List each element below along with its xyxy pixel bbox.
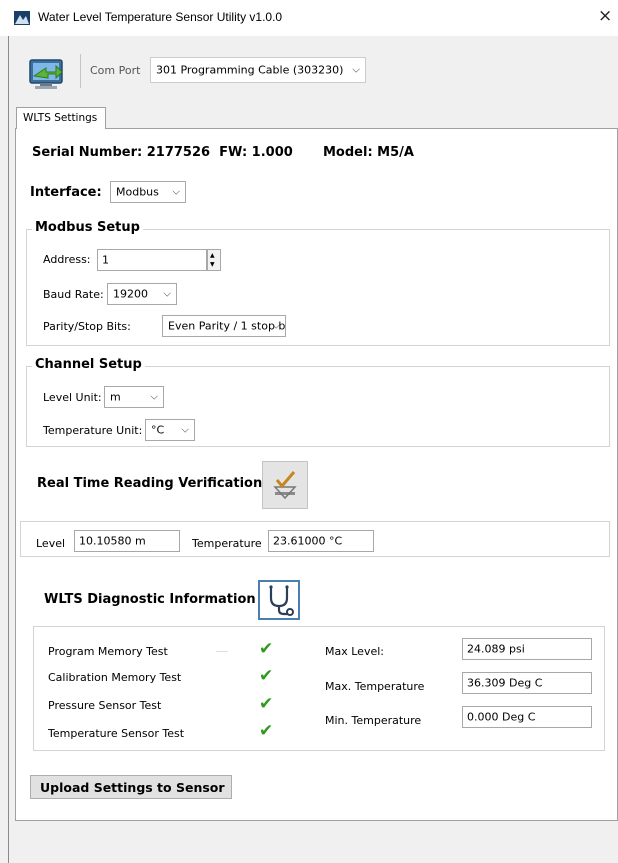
connect-button[interactable]	[24, 54, 66, 92]
max-temperature-label: Max. Temperature	[325, 680, 425, 693]
chevron-down-icon: ⌵	[272, 320, 280, 332]
upload-settings-button[interactable]: Upload Settings to Sensor	[30, 775, 232, 799]
spin-down-icon[interactable]: ▼	[210, 261, 215, 268]
level-reading-field: 10.10580 m	[74, 530, 180, 552]
firmware-version: FW: 1.000	[219, 145, 293, 160]
temperature-label: Temperature	[192, 537, 262, 550]
tab-wlts-settings[interactable]: WLTS Settings	[16, 107, 106, 129]
toolbar-separator	[80, 54, 81, 88]
address-value: 1	[102, 253, 109, 267]
max-level-value: 24.089 psi	[467, 642, 525, 656]
model-text: Model: M5/A	[323, 145, 414, 160]
baud-rate-value: 19200	[113, 287, 148, 301]
channel-setup-title: Channel Setup	[32, 357, 145, 372]
spin-up-icon[interactable]: ▲	[210, 252, 215, 259]
baud-rate-label: Baud Rate:	[43, 288, 104, 301]
stethoscope-icon	[269, 585, 294, 616]
address-spinner[interactable]: ▲ ▼	[207, 249, 221, 271]
parity-label: Parity/Stop Bits:	[43, 320, 131, 333]
close-icon[interactable]: ×	[598, 6, 612, 26]
comport-select[interactable]: 301 Programming Cable (303230) ⌵	[150, 57, 366, 83]
serial-number-text: Serial Number: 2177526 FW: 1.000	[32, 145, 293, 160]
chevron-down-icon: ⌵	[181, 424, 189, 436]
level-unit-label: Level Unit:	[43, 391, 102, 404]
app-icon	[14, 11, 30, 25]
test-label: Pressure Sensor Test	[48, 699, 162, 712]
check-icon: ✔	[259, 639, 274, 659]
temperature-value: 23.61000 °C	[273, 534, 343, 548]
check-icon: ✔	[259, 694, 274, 714]
baud-rate-select[interactable]: 19200 ⌵	[107, 283, 177, 305]
chevron-down-icon: ⌵	[352, 64, 360, 76]
min-temperature-label: Min. Temperature	[325, 714, 422, 727]
level-value: 10.10580 m	[79, 534, 146, 548]
max-level-label: Max Level:	[325, 645, 384, 658]
test-label: Temperature Sensor Test	[48, 727, 185, 740]
parity-value: Even Parity / 1 stop bit	[168, 319, 286, 333]
comport-value: 301 Programming Cable (303230)	[156, 63, 344, 77]
chevron-down-icon: ⌵	[172, 186, 180, 198]
interface-value: Modbus	[116, 185, 159, 199]
max-temperature-value: 36.309 Deg C	[467, 676, 543, 690]
temperature-reading-field: 23.61000 °C	[268, 530, 374, 552]
min-temperature-value: 0.000 Deg C	[467, 710, 536, 724]
connect-icon	[29, 59, 63, 89]
parity-select[interactable]: Even Parity / 1 stop bit ⌵	[162, 315, 286, 337]
level-unit-value: m	[110, 390, 121, 404]
address-label: Address:	[43, 253, 91, 266]
modbus-setup-title: Modbus Setup	[32, 220, 143, 235]
window-title: Water Level Temperature Sensor Utility v…	[38, 10, 283, 24]
test-label: Calibration Memory Test	[48, 671, 182, 684]
min-temperature-field: 0.000 Deg C	[462, 706, 592, 728]
divider	[216, 651, 228, 652]
chevron-down-icon: ⌵	[163, 288, 171, 300]
serial-number: Serial Number: 2177526	[32, 145, 211, 160]
check-icon: ✔	[259, 666, 274, 686]
level-unit-select[interactable]: m ⌵	[104, 386, 164, 408]
window-border	[8, 36, 9, 863]
diagnostic-button[interactable]	[258, 580, 300, 620]
max-level-field: 24.089 psi	[462, 638, 592, 660]
comport-label: Com Port	[90, 64, 141, 77]
level-label: Level	[36, 537, 66, 550]
check-icon: ✔	[259, 721, 274, 741]
interface-label: Interface:	[30, 185, 102, 200]
realtime-title: Real Time Reading Verification	[37, 476, 263, 491]
chevron-down-icon: ⌵	[150, 391, 158, 403]
upload-button-label: Upload Settings to Sensor	[40, 780, 225, 795]
test-label: Program Memory Test	[48, 645, 168, 658]
realtime-verify-button[interactable]	[262, 461, 308, 509]
max-temperature-field: 36.309 Deg C	[462, 672, 592, 694]
tab-label: WLTS Settings	[23, 112, 98, 124]
verify-check-icon	[273, 471, 297, 500]
address-input[interactable]: 1	[97, 249, 207, 271]
temperature-unit-label: Temperature Unit:	[43, 424, 143, 437]
temperature-unit-select[interactable]: °C ⌵	[145, 419, 195, 441]
interface-select[interactable]: Modbus ⌵	[110, 181, 186, 203]
diagnostic-title: WLTS Diagnostic Information	[44, 592, 256, 607]
temperature-unit-value: °C	[151, 423, 165, 437]
